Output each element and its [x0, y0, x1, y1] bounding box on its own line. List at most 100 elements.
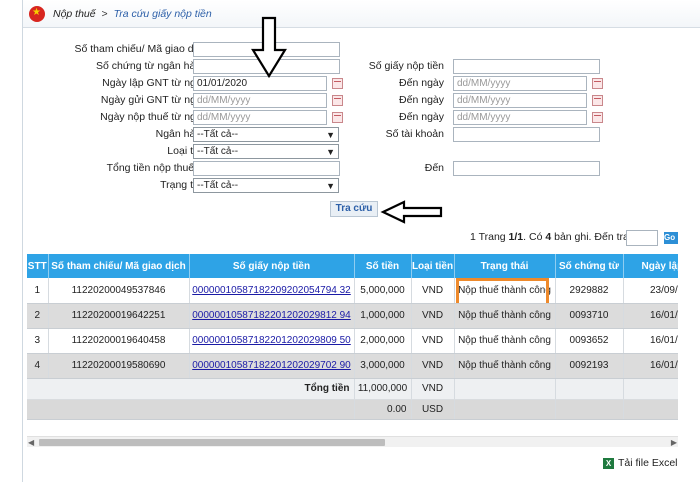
cell-status: Nộp thuế thành công	[454, 328, 556, 354]
pagination-info: 1 Trang 1/1. Có 4 bản ghi. Đến trang	[470, 231, 641, 243]
col-header: Ngày lập	[623, 254, 678, 278]
chevron-down-icon: ▼	[326, 181, 335, 191]
chevron-down-icon: ▼	[326, 147, 335, 157]
cell-ref: 11220200019640458	[48, 328, 190, 354]
status-select[interactable]: --Tất cả-- ▼	[193, 178, 339, 193]
chevron-down-icon: ▼	[326, 130, 335, 140]
account-input[interactable]	[453, 127, 600, 142]
scroll-right-icon[interactable]: ▶	[671, 438, 677, 447]
cell-status: Nộp thuế thành công	[454, 303, 556, 329]
cell-date: 16/01/2020	[623, 353, 678, 379]
created-to-label: Đến ngày	[399, 77, 444, 89]
cell-amount: 3,000,000	[354, 353, 412, 379]
payment-doc-link[interactable]: 00000010587182201202029809 50	[192, 335, 351, 346]
pager-page: 1/1	[508, 231, 524, 243]
cell-stt: 4	[27, 353, 49, 379]
sent-to-input[interactable]: dd/MM/yyyy	[453, 93, 587, 108]
cell-status: Nộp thuế thành công	[454, 353, 556, 379]
col-header: Loại tiền	[411, 254, 455, 278]
pager-label: Trang	[478, 231, 506, 243]
paid-to-input[interactable]: dd/MM/yyyy	[453, 110, 587, 125]
results-table: STT Số tham chiếu/ Mã giao dịch Số giấy …	[27, 254, 678, 426]
paid-from-input[interactable]: dd/MM/yyyy	[193, 110, 327, 125]
ref-input[interactable]	[193, 42, 340, 57]
cell-doc-no: 0092193	[555, 353, 624, 379]
col-header: Số tiền	[354, 254, 412, 278]
cell-stt: 2	[27, 303, 49, 329]
status-select-value: --Tất cả--	[197, 180, 239, 191]
horizontal-scrollbar[interactable]: ◀ ▶	[27, 436, 678, 447]
payment-doc-label: Số giấy nộp tiền	[368, 60, 444, 72]
usd-amount: 0.00	[354, 399, 412, 420]
created-to-input[interactable]: dd/MM/yyyy	[453, 76, 587, 91]
cell-ref: 11220200019580690	[48, 353, 190, 379]
created-from-label: Ngày lập GNT từ ngày	[102, 77, 207, 89]
cell-stt: 3	[27, 328, 49, 354]
pager-prefix: 1	[470, 231, 476, 243]
page-number-input[interactable]	[626, 230, 658, 246]
excel-icon: X	[603, 457, 614, 469]
total-currency: VND	[411, 378, 455, 400]
total-amount: 11,000,000	[354, 378, 412, 400]
national-emblem-icon	[29, 5, 45, 22]
total-from-input[interactable]	[193, 161, 340, 176]
cell-doc-no: 0093710	[555, 303, 624, 329]
bank-doc-input[interactable]	[193, 59, 340, 74]
breadcrumb-separator: >	[101, 7, 108, 20]
cell-stt: 1	[27, 278, 49, 304]
usd-currency: USD	[411, 399, 455, 420]
scrollbar-thumb[interactable]	[39, 439, 385, 446]
search-button[interactable]: Tra cứu	[330, 201, 378, 217]
calendar-icon[interactable]	[332, 95, 343, 106]
sent-from-label: Ngày gửi GNT từ ngày	[100, 94, 207, 106]
cell-date: 16/01/2020	[623, 328, 678, 354]
table-row[interactable]: 4 11220200019580690 00000010587182201202…	[27, 353, 678, 379]
total-from-label: Tổng tiền nộp thuế từ	[106, 162, 207, 174]
currency-select-value: --Tất cả--	[197, 146, 239, 157]
paid-from-label: Ngày nộp thuế từ ngày	[100, 111, 207, 123]
table-row[interactable]: 3 11220200019640458 00000010587182201202…	[27, 328, 678, 354]
calendar-icon[interactable]	[332, 112, 343, 123]
cell-doc-no: 0093652	[555, 328, 624, 354]
calendar-icon[interactable]	[592, 95, 603, 106]
paid-to-label: Đến ngày	[399, 111, 444, 123]
breadcrumb: Nộp thuế > Tra cứu giấy nộp tiền	[53, 8, 212, 20]
created-from-input[interactable]: 01/01/2020	[193, 76, 327, 91]
breadcrumb-bar: Nộp thuế > Tra cứu giấy nộp tiền	[23, 0, 700, 28]
cell-amount: 2,000,000	[354, 328, 412, 354]
col-header: Trạng thái	[454, 254, 556, 278]
bank-doc-label: Số chứng từ ngân hàng	[96, 60, 207, 72]
sent-from-input[interactable]: dd/MM/yyyy	[193, 93, 327, 108]
cell-amount: 1,000,000	[354, 303, 412, 329]
table-row[interactable]: 2 11220200019642251 00000010587182201202…	[27, 303, 678, 329]
cell-ref: 11220200019642251	[48, 303, 190, 329]
bank-select[interactable]: --Tất cả-- ▼	[193, 127, 339, 142]
cell-currency: VND	[411, 328, 455, 354]
table-row[interactable]: 1 11220200049537846 00000010587182209202…	[27, 278, 678, 304]
col-header: Số chứng từ	[555, 254, 624, 278]
breadcrumb-root[interactable]: Nộp thuế	[53, 8, 96, 20]
total-row: Tổng tiền 11,000,000 VND	[27, 378, 678, 400]
breadcrumb-current: Tra cứu giấy nộp tiền	[113, 7, 212, 20]
sent-to-label: Đến ngày	[399, 94, 444, 106]
payment-doc-link[interactable]: 00000010587182201202029702 90	[192, 360, 351, 371]
total-to-label: Đến	[424, 162, 444, 174]
cell-currency: VND	[411, 303, 455, 329]
total-label: Tổng tiền	[27, 378, 355, 400]
export-excel-link[interactable]: X Tải file Excel	[603, 457, 678, 469]
col-header: Số tham chiếu/ Mã giao dịch	[48, 254, 190, 278]
calendar-icon[interactable]	[592, 78, 603, 89]
pager-count: 4	[545, 231, 552, 243]
go-button[interactable]: Go	[664, 232, 678, 244]
currency-select[interactable]: --Tất cả-- ▼	[193, 144, 339, 159]
cell-currency: VND	[411, 278, 455, 304]
total-to-input[interactable]	[453, 161, 600, 176]
scroll-left-icon[interactable]: ◀	[28, 438, 34, 447]
export-excel-label: Tải file Excel	[618, 457, 678, 469]
payment-doc-input[interactable]	[453, 59, 600, 74]
payment-doc-link[interactable]: 00000010587182201202029812 94	[192, 310, 351, 321]
calendar-icon[interactable]	[332, 78, 343, 89]
payment-doc-link[interactable]: 00000010587182209202054794 32	[192, 285, 351, 296]
calendar-icon[interactable]	[592, 112, 603, 123]
ref-label: Số tham chiếu/ Mã giao dịch	[74, 43, 208, 55]
